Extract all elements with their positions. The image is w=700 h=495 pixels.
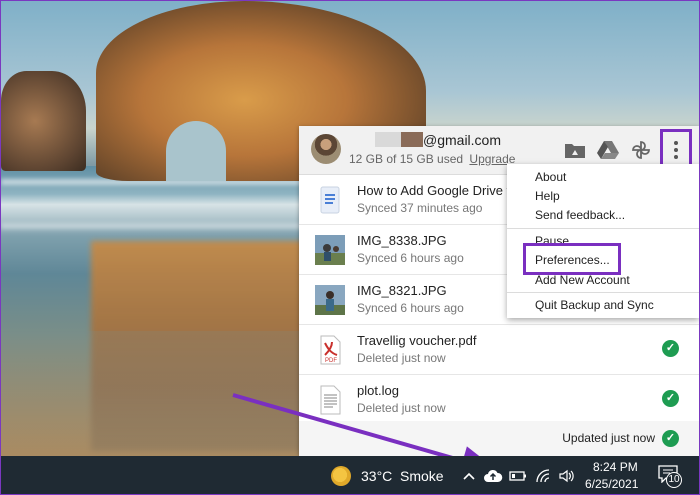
photo-thumbnail xyxy=(315,235,345,265)
taskbar: 33°C Smoke 8:24 PM 6/25/2021 10 xyxy=(1,456,699,494)
file-status: Deleted just now xyxy=(357,401,446,415)
chevron-up-icon[interactable] xyxy=(459,466,479,486)
storage-text: 12 GB of 15 GB used xyxy=(349,152,464,166)
weather-description[interactable]: Smoke xyxy=(400,468,444,484)
sync-status-bar: Updated just now ✓ xyxy=(299,421,699,456)
battery-icon[interactable] xyxy=(508,466,528,486)
storage-usage: 12 GB of 15 GB used Upgrade xyxy=(349,152,515,166)
backup-sync-cloud-icon[interactable] xyxy=(483,466,503,486)
photo-thumbnail xyxy=(315,285,345,315)
screenshot-frame: @gmail.com 12 GB of 15 GB used Upgrade H… xyxy=(0,0,700,495)
clock-time[interactable]: 8:24 PM xyxy=(593,460,638,474)
clock-date[interactable]: 6/25/2021 xyxy=(585,477,638,491)
file-status: Synced 6 hours ago xyxy=(357,301,464,315)
check-icon: ✓ xyxy=(662,340,679,357)
redacted-email-part xyxy=(375,132,401,147)
menu-item-send-feedback[interactable]: Send feedback... xyxy=(535,206,625,224)
google-drive-icon[interactable] xyxy=(596,138,620,162)
file-name: Travellig voucher.pdf xyxy=(357,333,477,348)
menu-item-about[interactable]: About xyxy=(535,168,566,186)
check-icon: ✓ xyxy=(662,390,679,407)
file-status: Synced 37 minutes ago xyxy=(357,201,483,215)
wallpaper-rock-left xyxy=(1,71,86,171)
text-file-icon xyxy=(315,385,345,415)
file-status: Deleted just now xyxy=(357,351,446,365)
file-status: Synced 6 hours ago xyxy=(357,251,464,265)
check-icon: ✓ xyxy=(662,430,679,447)
redacted-email-part xyxy=(401,132,423,147)
file-name: IMG_8321.JPG xyxy=(357,283,447,298)
svg-text:PDF: PDF xyxy=(325,358,337,364)
drive-folder-icon[interactable] xyxy=(563,138,587,162)
wifi-icon[interactable] xyxy=(534,466,554,486)
file-name: How to Add Google Drive to xyxy=(357,183,518,198)
menu-divider xyxy=(507,228,699,229)
menu-item-help[interactable]: Help xyxy=(535,187,560,205)
account-email: @gmail.com xyxy=(349,132,501,152)
email-domain: @gmail.com xyxy=(423,132,502,148)
notification-count-badge: 10 xyxy=(666,472,682,488)
preferences-highlight-box xyxy=(523,243,621,275)
weather-sun-icon[interactable] xyxy=(331,466,351,486)
google-doc-icon xyxy=(315,185,345,215)
file-name: plot.log xyxy=(357,383,399,398)
file-name: IMG_8338.JPG xyxy=(357,233,447,248)
sync-status-text: Updated just now xyxy=(562,431,655,445)
volume-icon[interactable] xyxy=(557,466,577,486)
weather-temperature[interactable]: 33°C xyxy=(361,468,392,484)
google-photos-pinwheel-icon[interactable] xyxy=(629,138,653,162)
avatar[interactable] xyxy=(311,134,341,164)
more-vertical-icon xyxy=(674,141,678,159)
pdf-icon: PDF xyxy=(315,335,345,365)
menu-item-quit[interactable]: Quit Backup and Sync xyxy=(535,296,654,314)
list-item[interactable]: plot.log Deleted just now ✓ xyxy=(299,375,699,425)
list-item[interactable]: PDF Travellig voucher.pdf Deleted just n… xyxy=(299,325,699,375)
menu-divider xyxy=(507,292,699,293)
wallpaper-arch-opening xyxy=(166,121,226,181)
options-menu: About Help Send feedback... Pause Prefer… xyxy=(507,164,699,318)
